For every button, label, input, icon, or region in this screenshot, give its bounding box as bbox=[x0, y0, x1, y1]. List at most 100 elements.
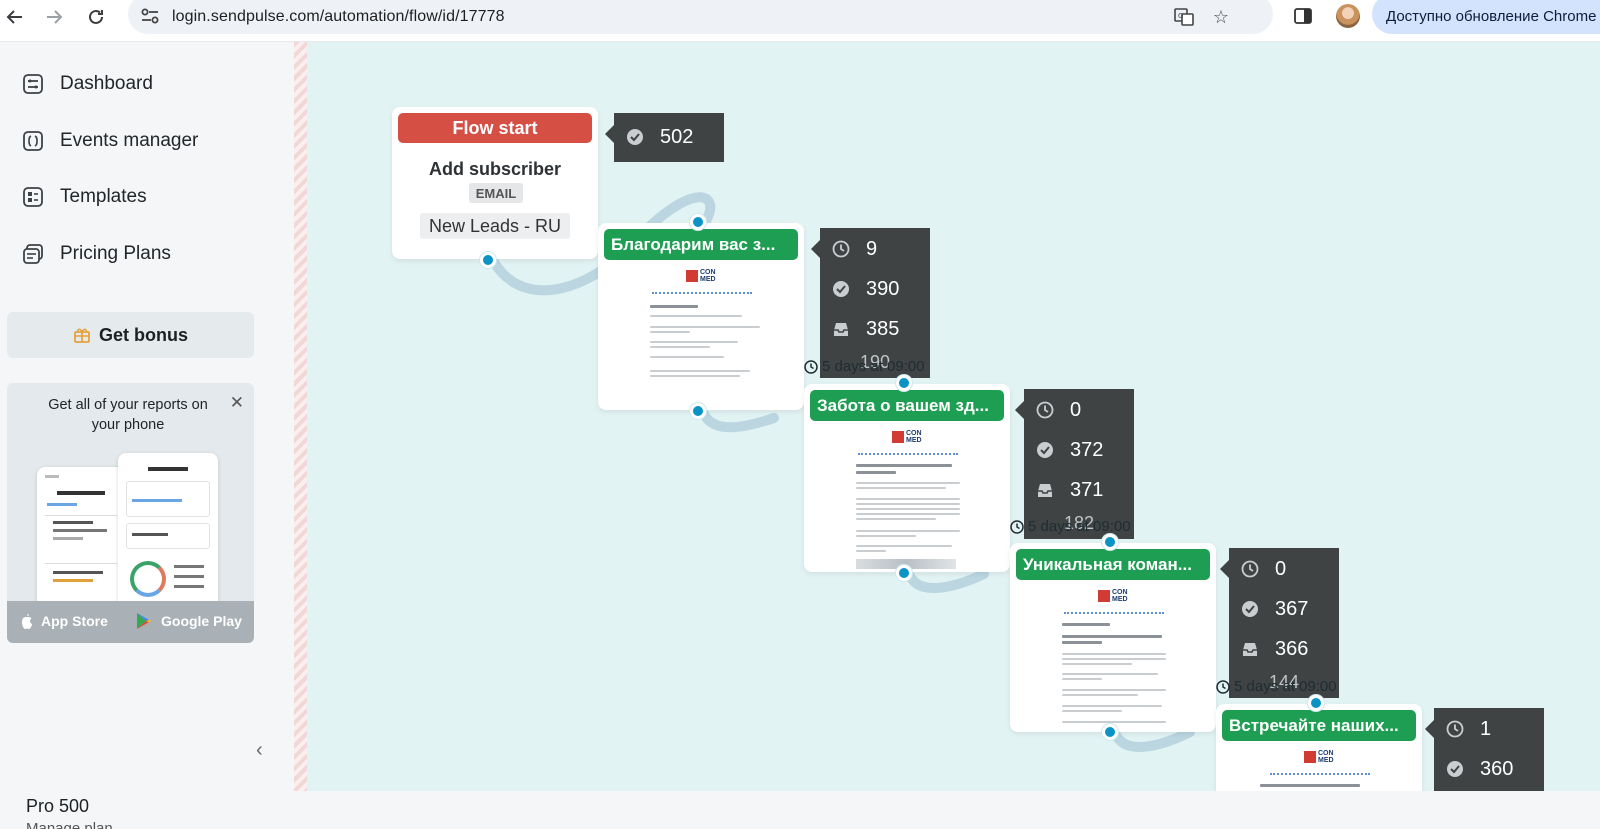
check-circle-icon bbox=[1242, 601, 1258, 617]
stat-waiting: 0 bbox=[1036, 395, 1081, 425]
clock-icon bbox=[1216, 679, 1230, 694]
sidebar-item-label: Pricing Plans bbox=[60, 243, 171, 264]
store-buttons: App Store Google Play bbox=[7, 601, 254, 643]
stat-inbox: 371 bbox=[1036, 475, 1103, 505]
app-store-button[interactable]: App Store bbox=[17, 611, 108, 631]
email-node[interactable]: Благодарим вас з... CON MED bbox=[598, 223, 804, 410]
get-bonus-button[interactable]: Get bonus bbox=[7, 312, 254, 358]
stat-done: 360 bbox=[1446, 754, 1513, 784]
input-port[interactable] bbox=[690, 214, 706, 230]
chrome-update-label: Доступно обновление Chrome bbox=[1386, 8, 1597, 25]
reload-icon[interactable] bbox=[83, 4, 109, 30]
email-preview-menu bbox=[858, 453, 958, 457]
brand-logo: CON MED bbox=[686, 269, 718, 285]
url-text[interactable]: login.sendpulse.com/automation/flow/id/1… bbox=[172, 8, 505, 26]
output-port[interactable] bbox=[690, 403, 706, 419]
templates-icon bbox=[23, 187, 43, 207]
delay-label: 5 days at 09:00 bbox=[1216, 678, 1337, 695]
google-play-label: Google Play bbox=[161, 613, 242, 629]
input-port[interactable] bbox=[1102, 534, 1118, 550]
brand-logo: CON MED bbox=[1098, 589, 1130, 605]
check-circle-icon bbox=[833, 281, 849, 297]
sidebar-item-pricing-plans[interactable]: Pricing Plans bbox=[22, 239, 171, 269]
stat-done: 502 bbox=[626, 122, 693, 152]
stat-waiting: 9 bbox=[832, 234, 877, 264]
channel-badge: EMAIL bbox=[469, 183, 523, 203]
phone-mockup-campaigns bbox=[37, 467, 125, 607]
sidebar-item-label: Templates bbox=[60, 186, 147, 207]
apple-icon bbox=[22, 614, 32, 629]
email-preview-menu bbox=[652, 292, 752, 296]
dashboard-icon bbox=[23, 74, 43, 94]
pricing-icon bbox=[23, 244, 43, 264]
profile-avatar[interactable] bbox=[1336, 4, 1360, 28]
stat-done: 367 bbox=[1241, 594, 1308, 624]
flow-start-header: Flow start bbox=[398, 113, 592, 143]
stat-inbox: 385 bbox=[832, 314, 899, 344]
delay-label: 5 days at 09:00 bbox=[1010, 518, 1131, 535]
output-port[interactable] bbox=[480, 252, 496, 268]
site-info-icon[interactable] bbox=[140, 7, 162, 27]
get-bonus-label: Get bonus bbox=[99, 324, 188, 345]
email-stats: 9 390 385 190 bbox=[811, 228, 930, 378]
canvas-footer bbox=[294, 791, 1600, 829]
collapse-sidebar-icon[interactable]: ‹ bbox=[256, 739, 263, 762]
promo-text: Get all of your reports on your phone bbox=[48, 397, 208, 433]
clock-icon bbox=[832, 240, 850, 258]
gift-icon bbox=[74, 328, 90, 343]
chrome-update-button[interactable]: Доступно обновление Chrome bbox=[1372, 0, 1600, 34]
check-circle-icon bbox=[1447, 761, 1463, 777]
address-bar[interactable]: login.sendpulse.com/automation/flow/id/1… bbox=[128, 0, 1273, 34]
bookmark-star-icon[interactable]: ☆ bbox=[1210, 6, 1232, 28]
phone-mockup-email-service bbox=[118, 453, 218, 613]
stat-inbox: 366 bbox=[1241, 634, 1308, 664]
output-port[interactable] bbox=[1102, 724, 1118, 740]
inbox-icon bbox=[1038, 484, 1052, 497]
check-circle-icon bbox=[1037, 442, 1053, 458]
email-node-title: Забота о вашем зд... bbox=[810, 390, 1004, 421]
plan-name: Pro 500 bbox=[26, 796, 90, 816]
email-stats: 1 360 bbox=[1425, 708, 1544, 798]
translate-icon[interactable]: G bbox=[1173, 6, 1195, 28]
sidebar-item-dashboard[interactable]: Dashboard bbox=[22, 69, 153, 99]
sidebar-item-label: Dashboard bbox=[60, 73, 153, 94]
stat-waiting: 0 bbox=[1241, 554, 1286, 584]
svg-text:G: G bbox=[1178, 12, 1183, 20]
email-node-title: Благодарим вас з... bbox=[604, 229, 798, 260]
events-icon bbox=[23, 131, 43, 151]
back-icon[interactable] bbox=[2, 4, 28, 30]
forward-icon[interactable] bbox=[41, 4, 67, 30]
mobile-app-promo: Get all of your reports on your phone ✕ bbox=[7, 383, 254, 643]
flow-canvas[interactable]: Flow start Add subscriber EMAIL New Lead… bbox=[294, 42, 1600, 829]
input-port[interactable] bbox=[1308, 695, 1324, 711]
stat-waiting: 1 bbox=[1446, 714, 1491, 744]
sidebar-item-templates[interactable]: Templates bbox=[22, 182, 147, 212]
clock-icon bbox=[1241, 560, 1259, 578]
email-node[interactable]: Забота о вашем зд... CON MED bbox=[804, 384, 1010, 572]
app-store-label: App Store bbox=[41, 613, 108, 629]
google-play-button[interactable]: Google Play bbox=[135, 611, 242, 631]
stat-done: 390 bbox=[832, 274, 899, 304]
inbox-icon bbox=[834, 323, 848, 336]
email-preview-menu bbox=[1064, 612, 1164, 616]
email-preview-menu bbox=[1270, 773, 1370, 777]
flow-start-node[interactable]: Flow start Add subscriber EMAIL New Lead… bbox=[392, 107, 598, 259]
stat-done: 372 bbox=[1036, 435, 1103, 465]
sidebar: Dashboard Events manager Templates Prici… bbox=[0, 42, 294, 829]
email-node[interactable]: Уникальная коман... CON MED bbox=[1010, 543, 1216, 732]
output-port[interactable] bbox=[896, 565, 912, 581]
clock-icon bbox=[804, 359, 818, 374]
sidebar-item-label: Events manager bbox=[60, 130, 199, 151]
brand-logo: CON MED bbox=[1304, 750, 1336, 766]
flow-start-stats: 502 bbox=[605, 113, 724, 162]
email-stats: 0 372 371 182 bbox=[1015, 389, 1134, 539]
google-play-icon bbox=[137, 613, 152, 629]
close-icon[interactable]: ✕ bbox=[230, 393, 244, 413]
manage-plan-link[interactable]: Manage plan bbox=[26, 820, 113, 829]
side-panel-icon[interactable] bbox=[1293, 6, 1313, 26]
input-port[interactable] bbox=[896, 375, 912, 391]
check-circle-icon bbox=[627, 129, 643, 145]
email-node[interactable]: Встречайте наших... CON MED bbox=[1216, 704, 1422, 804]
email-node-title: Встречайте наших... bbox=[1222, 710, 1416, 741]
sidebar-item-events-manager[interactable]: Events manager bbox=[22, 126, 198, 156]
